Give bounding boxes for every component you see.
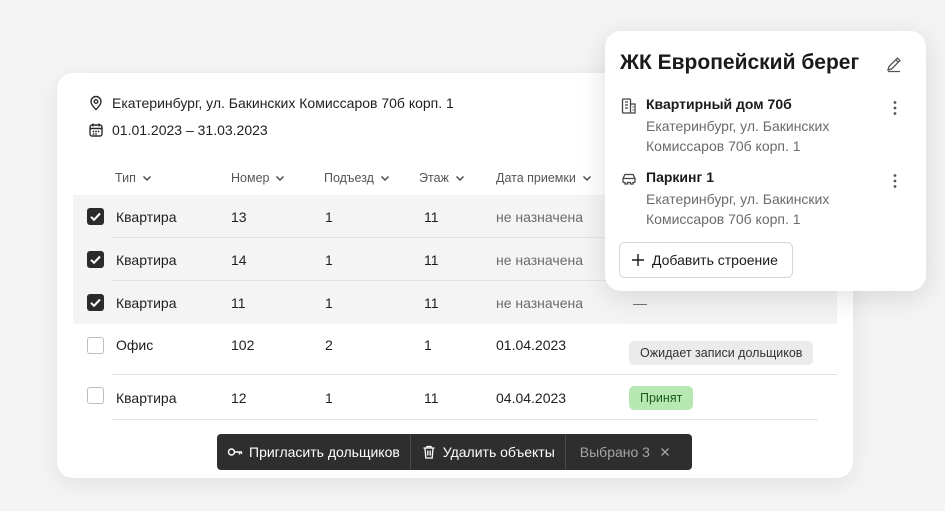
cell-entrance: 1	[325, 208, 333, 225]
cell-type: Квартира	[116, 208, 177, 225]
column-label: Этаж	[419, 171, 449, 185]
table-row[interactable]: Офис 102 2 1 01.04.2023 Ожидает записи д…	[73, 324, 837, 375]
column-header-floor[interactable]: Этаж	[419, 171, 465, 185]
delete-label: Удалить объекты	[442, 444, 555, 460]
invite-label: Пригласить дольщиков	[249, 444, 400, 460]
cell-entrance: 1	[325, 294, 333, 311]
row-checkbox[interactable]	[87, 208, 104, 225]
check-icon	[90, 298, 101, 308]
cell-floor: 11	[424, 294, 439, 311]
building-address: Екатеринбург, ул. Бакинских Комиссаров 7…	[646, 191, 830, 227]
add-building-label: Добавить строение	[652, 252, 778, 268]
selected-count-label: Выбрано 3	[579, 444, 650, 460]
project-address: Екатеринбург, ул. Бакинских Комиссаров 7…	[88, 95, 454, 111]
complex-title: ЖК Европейский берег	[620, 51, 860, 74]
cell-number: 11	[231, 294, 246, 311]
column-label: Тип	[115, 171, 136, 185]
chevron-down-icon	[142, 176, 151, 181]
cell-number: 12	[231, 389, 247, 406]
check-icon	[90, 255, 101, 265]
column-header-type[interactable]: Тип	[115, 171, 152, 185]
cell-number: 102	[231, 336, 255, 353]
cell-type: Квартира	[116, 294, 177, 311]
more-vertical-icon[interactable]	[888, 172, 902, 190]
more-vertical-icon[interactable]	[888, 99, 902, 117]
row-checkbox[interactable]	[87, 387, 104, 404]
cell-date: не назначена	[496, 251, 583, 268]
cell-type: Квартира	[116, 251, 177, 268]
table-row[interactable]: Квартира 12 1 11 04.04.2023 Принят	[73, 375, 837, 420]
invite-shareholders-button[interactable]: Пригласить дольщиков	[217, 434, 410, 470]
column-header-entrance[interactable]: Подъезд	[324, 171, 390, 185]
building-address: Екатеринбург, ул. Бакинских Комиссаров 7…	[646, 118, 830, 154]
column-label: Дата приемки	[496, 171, 576, 185]
car-icon	[622, 173, 636, 185]
check-icon	[90, 212, 101, 222]
chevron-down-icon	[380, 176, 389, 181]
chevron-down-icon	[455, 176, 464, 181]
cell-entrance: 1	[325, 389, 333, 406]
pencil-icon[interactable]	[885, 55, 903, 73]
date-range-text: 01.01.2023 – 31.03.2023	[112, 122, 268, 138]
status-badge: Ожидает записи дольщиков	[629, 341, 814, 365]
delete-objects-button[interactable]: Удалить объекты	[411, 434, 565, 470]
location-pin-icon	[90, 95, 102, 111]
chevron-down-icon	[582, 176, 591, 181]
bulk-actions-toolbar: Пригласить дольщиков Удалить объекты Выб…	[217, 434, 692, 470]
project-dates: 01.01.2023 – 31.03.2023	[88, 122, 268, 138]
column-header-acceptance-date[interactable]: Дата приемки	[496, 171, 592, 185]
cell-date: 01.04.2023	[496, 336, 567, 353]
building-name: Квартирный дом 70б	[646, 96, 792, 112]
key-icon	[227, 448, 243, 456]
row-checkbox[interactable]	[87, 337, 104, 354]
column-label: Номер	[231, 171, 270, 185]
trash-icon	[423, 445, 435, 459]
row-checkbox[interactable]	[87, 294, 104, 311]
plus-icon	[632, 254, 644, 266]
cell-floor: 11	[424, 208, 439, 225]
cell-number: 14	[231, 251, 247, 268]
calendar-icon	[89, 123, 103, 137]
cell-date: не назначена	[496, 294, 583, 311]
complex-popover: ЖК Европейский берег Квартирный дом 70б …	[605, 31, 926, 291]
building-icon	[621, 98, 636, 114]
building-name: Паркинг 1	[646, 169, 714, 185]
column-label: Подъезд	[324, 171, 374, 185]
cell-floor: 11	[424, 389, 439, 406]
cell-entrance: 2	[325, 336, 333, 353]
close-icon[interactable]	[660, 447, 670, 457]
cell-date: 04.04.2023	[496, 389, 567, 406]
address-text: Екатеринбург, ул. Бакинских Комиссаров 7…	[112, 95, 454, 111]
cell-type: Квартира	[116, 389, 177, 406]
selection-counter: Выбрано 3	[566, 444, 684, 460]
chevron-down-icon	[276, 176, 285, 181]
cell-number: 13	[231, 208, 247, 225]
cell-entrance: 1	[325, 251, 333, 268]
cell-type: Офис	[116, 336, 154, 353]
status-badge: Принят	[629, 386, 694, 410]
row-divider	[112, 419, 818, 420]
row-checkbox[interactable]	[87, 251, 104, 268]
cell-date: не назначена	[496, 208, 583, 225]
column-header-number[interactable]: Номер	[231, 171, 285, 185]
add-building-button[interactable]: Добавить строение	[619, 242, 793, 278]
cell-floor: 1	[424, 336, 432, 353]
cell-floor: 11	[424, 251, 439, 268]
